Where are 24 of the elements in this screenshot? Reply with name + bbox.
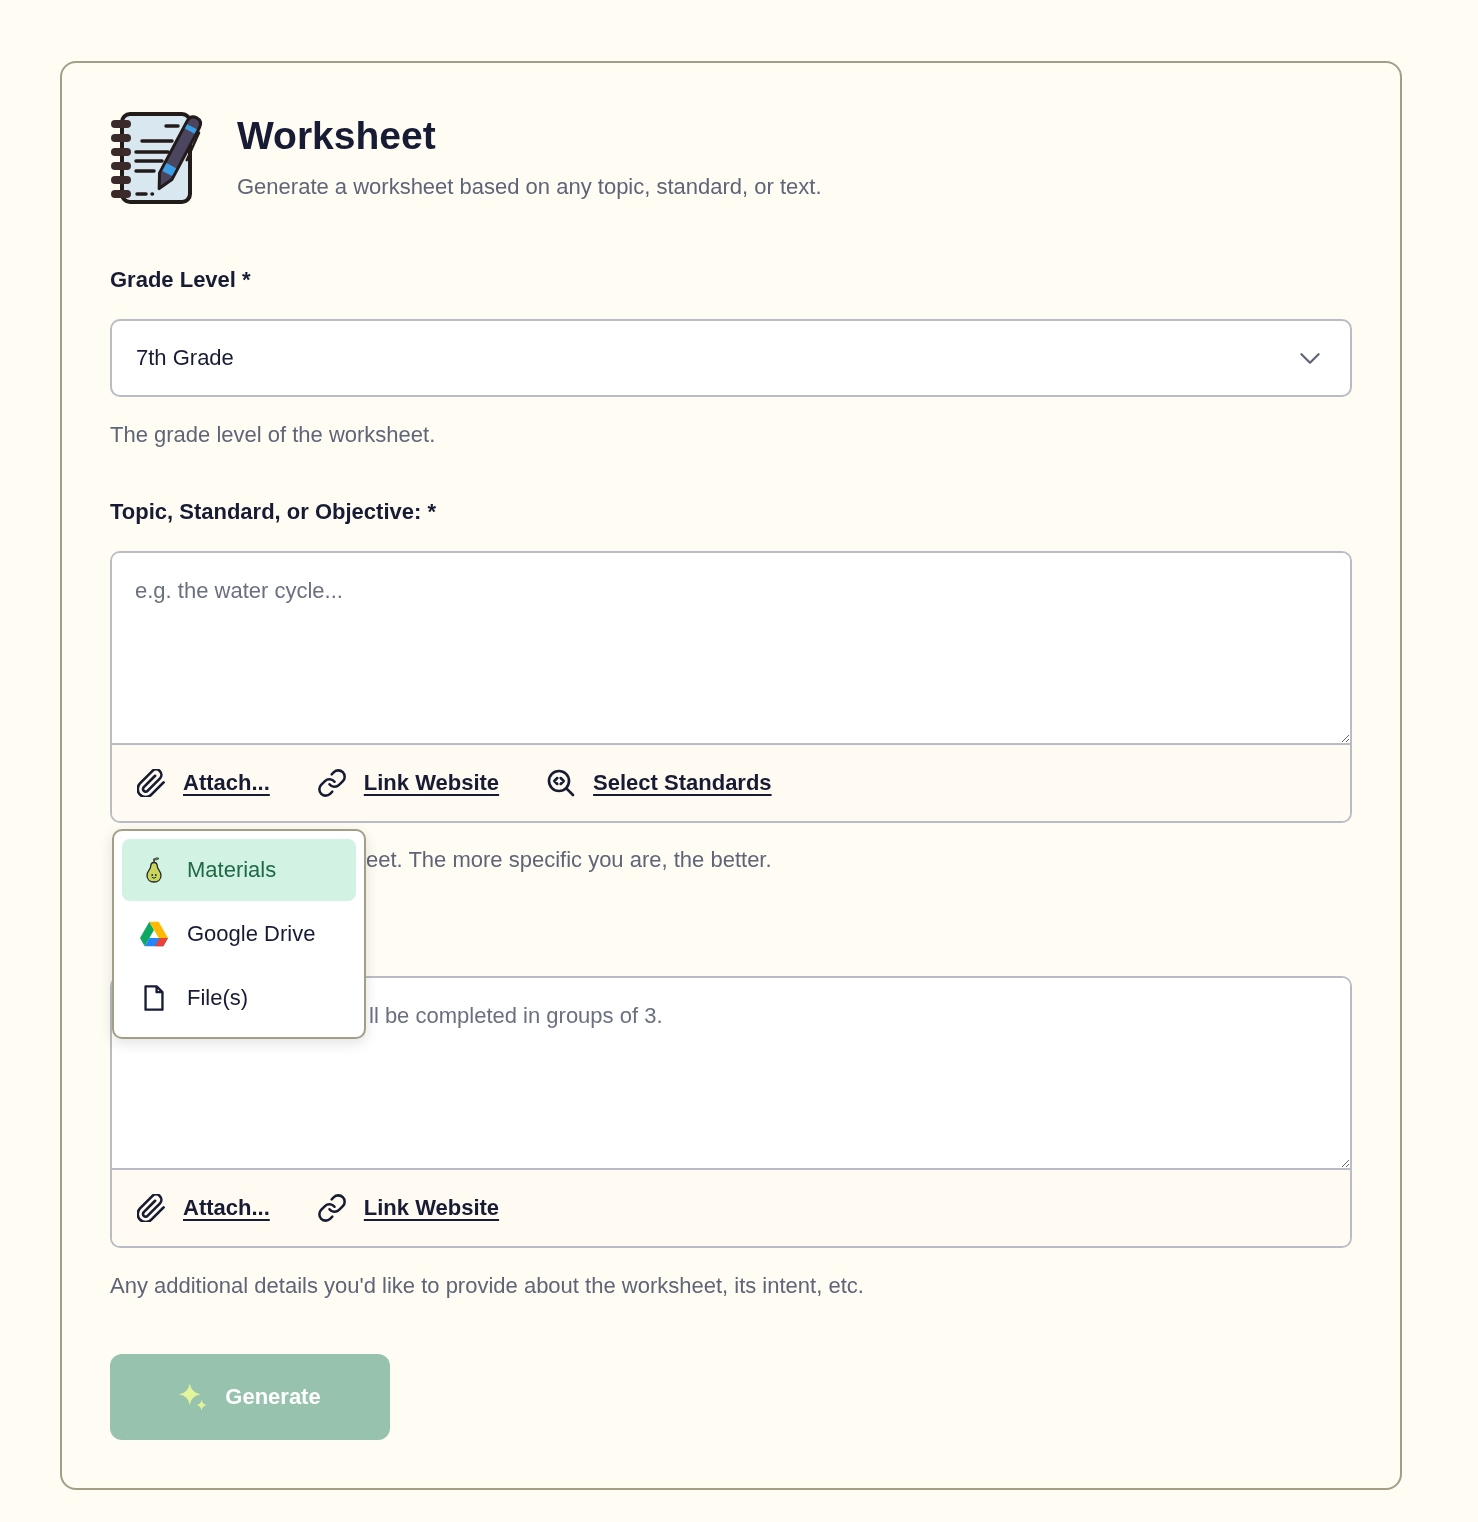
link-website-link[interactable]: Link Website [317, 1194, 500, 1222]
menu-item[interactable]: Materials [122, 839, 356, 901]
text-input-field[interactable]: e.g. the water cycle... [112, 553, 1350, 745]
page-title: Worksheet [237, 113, 437, 159]
attach-link[interactable]: Attach... [137, 1194, 270, 1222]
page-subtitle: Generate a worksheet based on any topic, standard, or text. [237, 173, 822, 201]
sparkle-icon [179, 1383, 208, 1411]
field-hint: Any additional details you'd like to provide about the worksheet, its intent, etc. [110, 1272, 864, 1300]
drive-triangle-icon [140, 921, 168, 947]
paperclip-icon [137, 1194, 165, 1222]
chain-link-icon [317, 1194, 346, 1222]
link-website-link[interactable]: Link Website [317, 769, 500, 797]
search-code-icon [547, 769, 576, 797]
chevron-down-icon [1300, 352, 1320, 364]
attach-link[interactable]: Attach... [137, 769, 270, 797]
select-standards-link[interactable]: Select Standards [547, 769, 772, 797]
field-label: Grade Level * [110, 266, 251, 294]
menu-item[interactable]: Google Drive [122, 903, 356, 965]
field-label: Topic, Standard, or Objective: * [110, 498, 436, 526]
field-hint: The grade level of the worksheet. [110, 421, 436, 449]
field-hint: eet. The more specific you are, the better. [366, 846, 772, 874]
grade-level-select[interactable]: 7th Grade [110, 319, 1352, 397]
paperclip-icon [137, 769, 165, 797]
chain-link-icon [317, 769, 346, 797]
